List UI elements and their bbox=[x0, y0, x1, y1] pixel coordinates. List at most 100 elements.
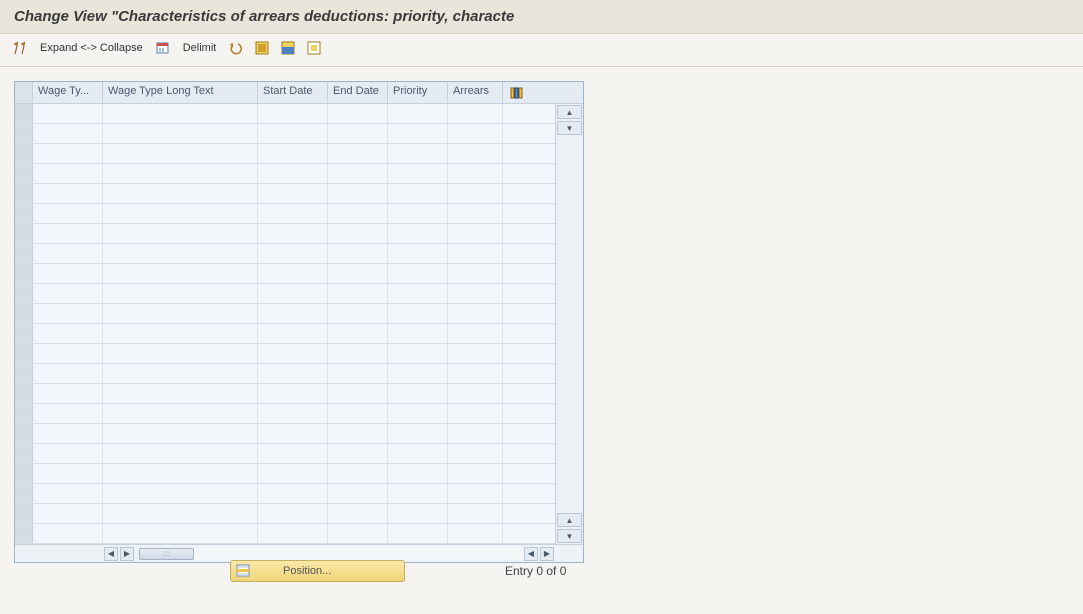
cell-arrears[interactable] bbox=[448, 184, 503, 203]
row-selector[interactable] bbox=[15, 104, 33, 123]
cell-wage-type-long[interactable] bbox=[103, 284, 258, 303]
row-selector[interactable] bbox=[15, 344, 33, 363]
cell-end-date[interactable] bbox=[328, 504, 388, 523]
scroll-down-button[interactable]: ▼ bbox=[557, 529, 582, 543]
cell-end-date[interactable] bbox=[328, 104, 388, 123]
cell-start-date[interactable] bbox=[258, 524, 328, 543]
row-selector[interactable] bbox=[15, 484, 33, 503]
cell-priority[interactable] bbox=[388, 244, 448, 263]
cell-wage-type[interactable] bbox=[33, 284, 103, 303]
cell-priority[interactable] bbox=[388, 344, 448, 363]
cell-start-date[interactable] bbox=[258, 264, 328, 283]
cell-start-date[interactable] bbox=[258, 344, 328, 363]
cell-wage-type[interactable] bbox=[33, 524, 103, 543]
scroll-up-button[interactable]: ▲ bbox=[557, 105, 582, 119]
delimit-button[interactable]: Delimit bbox=[179, 40, 221, 56]
cell-arrears[interactable] bbox=[448, 304, 503, 323]
scroll-left-button[interactable]: ◀ bbox=[104, 547, 118, 561]
cell-priority[interactable] bbox=[388, 364, 448, 383]
cell-wage-type-long[interactable] bbox=[103, 264, 258, 283]
row-selector[interactable] bbox=[15, 444, 33, 463]
column-header-priority[interactable]: Priority bbox=[388, 82, 448, 103]
cell-arrears[interactable] bbox=[448, 344, 503, 363]
cell-start-date[interactable] bbox=[258, 104, 328, 123]
column-header-start-date[interactable]: Start Date bbox=[258, 82, 328, 103]
cell-start-date[interactable] bbox=[258, 204, 328, 223]
cell-arrears[interactable] bbox=[448, 224, 503, 243]
cell-end-date[interactable] bbox=[328, 484, 388, 503]
column-header-wage-type-long[interactable]: Wage Type Long Text bbox=[103, 82, 258, 103]
cell-arrears[interactable] bbox=[448, 104, 503, 123]
cell-wage-type[interactable] bbox=[33, 104, 103, 123]
cell-end-date[interactable] bbox=[328, 344, 388, 363]
cell-wage-type-long[interactable] bbox=[103, 224, 258, 243]
cell-start-date[interactable] bbox=[258, 464, 328, 483]
cell-wage-type[interactable] bbox=[33, 344, 103, 363]
cell-end-date[interactable] bbox=[328, 304, 388, 323]
cell-end-date[interactable] bbox=[328, 284, 388, 303]
cell-end-date[interactable] bbox=[328, 184, 388, 203]
cell-start-date[interactable] bbox=[258, 124, 328, 143]
row-selector[interactable] bbox=[15, 424, 33, 443]
cell-arrears[interactable] bbox=[448, 464, 503, 483]
row-selector[interactable] bbox=[15, 144, 33, 163]
cell-arrears[interactable] bbox=[448, 504, 503, 523]
cell-wage-type-long[interactable] bbox=[103, 324, 258, 343]
cell-arrears[interactable] bbox=[448, 404, 503, 423]
cell-priority[interactable] bbox=[388, 384, 448, 403]
cell-start-date[interactable] bbox=[258, 304, 328, 323]
cell-arrears[interactable] bbox=[448, 264, 503, 283]
cell-priority[interactable] bbox=[388, 404, 448, 423]
row-selector[interactable] bbox=[15, 264, 33, 283]
cell-start-date[interactable] bbox=[258, 504, 328, 523]
cell-wage-type[interactable] bbox=[33, 384, 103, 403]
scroll-up-page-button[interactable]: ▼ bbox=[557, 121, 582, 135]
cell-start-date[interactable] bbox=[258, 284, 328, 303]
cell-wage-type[interactable] bbox=[33, 404, 103, 423]
cell-start-date[interactable] bbox=[258, 144, 328, 163]
cell-wage-type-long[interactable] bbox=[103, 104, 258, 123]
cell-wage-type[interactable] bbox=[33, 204, 103, 223]
delimit-icon[interactable] bbox=[153, 38, 173, 58]
cell-end-date[interactable] bbox=[328, 324, 388, 343]
cell-priority[interactable] bbox=[388, 324, 448, 343]
cell-end-date[interactable] bbox=[328, 264, 388, 283]
cell-wage-type[interactable] bbox=[33, 264, 103, 283]
row-selector[interactable] bbox=[15, 404, 33, 423]
cell-start-date[interactable] bbox=[258, 164, 328, 183]
cell-wage-type[interactable] bbox=[33, 144, 103, 163]
cell-wage-type[interactable] bbox=[33, 364, 103, 383]
row-selector[interactable] bbox=[15, 504, 33, 523]
cell-wage-type-long[interactable] bbox=[103, 364, 258, 383]
scroll-thumb-horizontal[interactable]: ::: bbox=[139, 548, 194, 560]
cell-priority[interactable] bbox=[388, 304, 448, 323]
cell-wage-type[interactable] bbox=[33, 164, 103, 183]
cell-start-date[interactable] bbox=[258, 324, 328, 343]
cell-wage-type[interactable] bbox=[33, 424, 103, 443]
cell-wage-type-long[interactable] bbox=[103, 444, 258, 463]
cell-wage-type-long[interactable] bbox=[103, 504, 258, 523]
scroll-track-horizontal[interactable] bbox=[194, 548, 523, 560]
row-selector[interactable] bbox=[15, 184, 33, 203]
cell-start-date[interactable] bbox=[258, 404, 328, 423]
cell-wage-type[interactable] bbox=[33, 184, 103, 203]
cell-end-date[interactable] bbox=[328, 424, 388, 443]
column-header-arrears[interactable]: Arrears bbox=[448, 82, 503, 103]
cell-priority[interactable] bbox=[388, 184, 448, 203]
cell-wage-type[interactable] bbox=[33, 124, 103, 143]
cell-arrears[interactable] bbox=[448, 524, 503, 543]
cell-priority[interactable] bbox=[388, 144, 448, 163]
deselect-all-icon[interactable] bbox=[304, 38, 324, 58]
column-header-end-date[interactable]: End Date bbox=[328, 82, 388, 103]
cell-end-date[interactable] bbox=[328, 384, 388, 403]
cell-priority[interactable] bbox=[388, 484, 448, 503]
cell-start-date[interactable] bbox=[258, 424, 328, 443]
row-selector[interactable] bbox=[15, 164, 33, 183]
cell-arrears[interactable] bbox=[448, 204, 503, 223]
cell-wage-type-long[interactable] bbox=[103, 184, 258, 203]
cell-arrears[interactable] bbox=[448, 284, 503, 303]
cell-arrears[interactable] bbox=[448, 164, 503, 183]
cell-priority[interactable] bbox=[388, 164, 448, 183]
scroll-right-page-button[interactable]: ◀ bbox=[524, 547, 538, 561]
cell-arrears[interactable] bbox=[448, 484, 503, 503]
